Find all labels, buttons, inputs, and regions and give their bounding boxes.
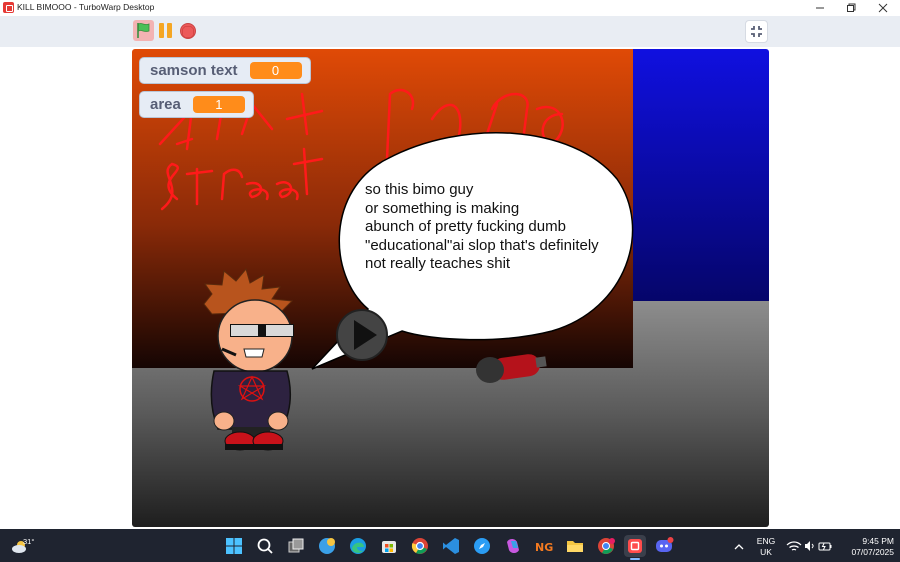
language-code: ENG [756,536,776,546]
search-icon [257,538,273,554]
newgrounds-app[interactable]: NG [534,536,554,556]
project-stage[interactable]: so this bimo guy or something is making … [132,49,769,527]
chrome-app[interactable] [410,536,430,556]
weather-temp: 31° [23,537,35,546]
task-view-icon [288,538,304,553]
vscode-icon [443,538,459,554]
monitor-value: 0 [249,62,302,79]
vscode-app[interactable] [441,536,461,556]
store-icon [382,541,396,553]
folder-icon [567,541,583,552]
keyboard-region: UK [760,547,772,557]
copilot-icon [319,538,335,554]
file-explorer-app[interactable] [565,536,585,556]
language-indicator[interactable]: ENG UK [752,536,780,558]
speech-bubble-text: so this bimo guy or something is making … [365,181,599,272]
windows-logo-icon [226,538,242,554]
chevron-up-icon [734,544,744,550]
stage-scene [132,49,769,527]
clock-button[interactable]: 9:45 PM 07/07/2025 [838,535,894,559]
turbowarp-app-icon [3,2,14,13]
active-app-indicator [630,558,640,560]
variable-monitor-samson-text[interactable]: samson text 0 [139,57,311,84]
monitor-value: 1 [192,96,245,113]
quick-settings-button[interactable] [785,538,835,554]
edge-browser-app[interactable] [348,536,368,556]
chrome-profile-app[interactable] [596,536,616,556]
newgrounds-icon: NG [535,541,553,554]
close-button[interactable] [868,0,898,16]
copilot-logo-icon [507,539,519,553]
taskbar-search-button[interactable] [255,536,275,556]
pause-button[interactable] [158,22,174,39]
svg-text:NG: NG [535,541,553,554]
discord-app[interactable] [654,536,674,556]
close-icon [878,3,888,13]
exit-fullscreen-button[interactable] [745,20,768,43]
safari-like-app[interactable] [472,536,492,556]
variable-monitor-area[interactable]: area 1 [139,91,254,118]
stop-icon [182,26,194,38]
discord-icon [656,537,674,552]
minimize-icon [816,7,824,9]
exit-fullscreen-icon [751,26,762,37]
blue-building [633,49,769,301]
copilot-weather-app[interactable] [317,536,337,556]
restore-button[interactable] [836,0,866,16]
green-flag-icon [137,23,150,38]
edge-icon [350,538,366,554]
chrome-icon [411,538,428,554]
weather-widget[interactable]: 31° [12,537,40,557]
clock-time: 9:45 PM [862,536,894,546]
window-title: KILL BIMOOO - TurboWarp Desktop [17,2,155,12]
title-bar: KILL BIMOOO - TurboWarp Desktop [0,0,900,16]
monitor-label: area [150,96,181,113]
turbowarp-icon [628,539,642,553]
clock-date: 07/07/2025 [851,547,894,557]
chrome-alt-icon [598,538,615,554]
pause-icon [159,23,164,38]
microsoft-store-app[interactable] [379,536,399,556]
minimize-button[interactable] [805,0,835,16]
compass-app-icon [474,538,490,554]
restore-icon [847,3,856,12]
start-button[interactable] [224,536,244,556]
play-button-sprite [336,309,388,361]
monitor-label: samson text [150,62,238,79]
task-view-button[interactable] [286,536,306,556]
green-flag-button[interactable] [133,20,154,41]
turbowarp-taskbar-app[interactable] [624,535,646,557]
stop-button[interactable] [180,23,196,39]
show-hidden-icons-button[interactable] [733,539,745,553]
copilot-app[interactable] [503,536,523,556]
network-volume-battery-icons [786,541,832,551]
